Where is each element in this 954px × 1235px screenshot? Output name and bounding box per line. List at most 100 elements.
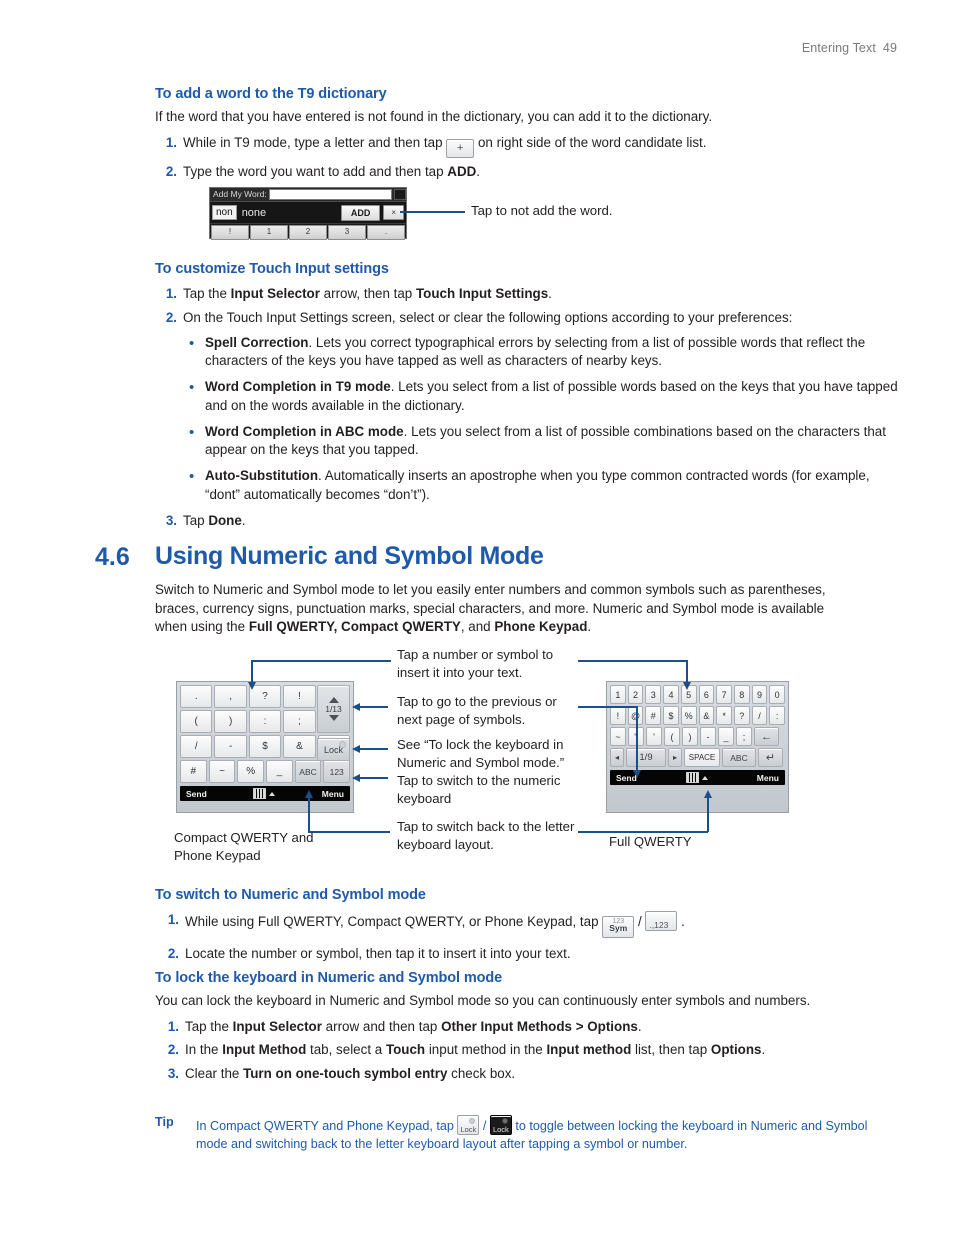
step-number: 1. [165,286,177,301]
key[interactable]: _ [718,727,734,746]
prev-page-key[interactable]: ◂ [610,748,624,767]
steps-add-word-t9: 1. While in T9 mode, type a letter and th… [155,134,900,182]
send-softkey[interactable]: Send [186,789,207,799]
enter-key[interactable]: ↵ [758,748,783,767]
key[interactable]: $ [248,735,282,758]
section-touch-input-settings: To customize Touch Input settings 1. Tap … [155,261,900,535]
key[interactable]: / [751,706,768,725]
key[interactable]: ? [248,685,282,708]
key[interactable]: 0 [769,685,786,704]
add-word-candidate-row: non none ADD × [210,202,406,224]
menu-softkey[interactable]: Menu [757,773,779,783]
key[interactable]: % [237,760,265,783]
add-button[interactable]: ADD [340,204,381,221]
caret-up-icon[interactable] [269,791,276,796]
intro-text-2: , and [460,619,495,634]
key[interactable]: & [698,706,715,725]
figure-note-3: See “To lock the keyboard in Numeric and… [397,737,565,770]
key[interactable]: $ [663,706,679,725]
step-text-pre: Tap [183,512,209,528]
key[interactable]: ; [736,727,752,746]
key[interactable]: . [367,225,405,240]
arrow-down-icon[interactable] [328,715,339,721]
key[interactable]: : [769,706,786,725]
add-word-text-field[interactable] [268,189,392,200]
key[interactable]: 2 [289,225,327,240]
steps-touch-input: 1. Tap the Input Selector arrow, then tap… [155,285,900,530]
list-item: • Word Completion in ABC mode. Lets you s… [183,423,900,461]
key[interactable]: ( [180,710,213,733]
key[interactable]: - [214,735,247,758]
key[interactable]: 6 [698,685,715,704]
key[interactable]: ) [214,710,247,733]
key[interactable]: ! [283,685,316,708]
close-button[interactable]: × [383,205,404,220]
caret-up-icon[interactable] [701,775,708,780]
sym-key-icon: 123 Sym [602,916,635,938]
key[interactable]: ~ [610,727,626,746]
abc-key[interactable]: ABC [294,760,322,783]
numeric-123-key[interactable]: 123 [323,760,351,783]
list-item: 3. Tap Done. [155,512,900,531]
key[interactable]: # [180,760,207,783]
key[interactable]: 7 [716,685,732,704]
next-page-key[interactable]: ▸ [668,748,682,767]
tip-label: Tip [155,1115,174,1129]
key[interactable]: 9 [751,685,768,704]
key[interactable]: 4 [663,685,679,704]
key[interactable]: ! [610,706,626,725]
key[interactable]: ' [646,727,662,746]
keyboard-icon[interactable] [253,788,267,799]
options-bullet-list: • Spell Correction. Lets you correct typo… [183,334,900,505]
arrow-up-icon[interactable] [328,697,339,703]
key[interactable]: 3 [328,225,366,240]
step-text-bold: ADD [447,163,477,179]
key[interactable]: , [214,685,247,708]
key[interactable]: ~ [208,760,236,783]
keyboard-toggle[interactable] [685,772,708,783]
key[interactable]: & [283,735,316,758]
key[interactable]: ( [664,727,680,746]
key[interactable]: ) [682,727,698,746]
add-word-candidate[interactable]: none [242,207,341,219]
list-item: • Spell Correction. Lets you correct typo… [183,334,900,372]
compact-qwerty-keyboard[interactable]: . , ? ! ' 1/13 ( ) : ; " / - [176,681,354,813]
key[interactable]: ? [733,706,750,725]
key[interactable]: * [716,706,732,725]
menu-softkey[interactable]: Menu [322,789,344,799]
key[interactable]: ! [211,225,249,240]
key[interactable]: 2 [627,685,644,704]
key[interactable]: - [700,727,716,746]
step-number: 2. [167,946,179,961]
key[interactable]: 1 [610,685,626,704]
key[interactable]: : [248,710,282,733]
leader-line [358,777,388,779]
key[interactable]: 5 [680,685,697,704]
key[interactable]: % [680,706,697,725]
intro-bold-1: Full QWERTY, Compact QWERTY [248,619,461,634]
keyboard-icon[interactable] [685,772,699,783]
lock-key[interactable]: Lock [317,738,350,761]
step-number: 2. [165,309,177,325]
abc-key[interactable]: ABC [722,748,756,767]
bullet-icon: • [189,423,195,441]
key[interactable]: 3 [645,685,662,704]
key[interactable]: ; [283,710,316,733]
leader-line [358,748,388,750]
key[interactable]: 1 [250,225,288,240]
key[interactable]: . [180,685,213,708]
key[interactable]: 8 [733,685,750,704]
page-nav-key[interactable]: 1/13 [317,685,350,733]
send-softkey[interactable]: Send [616,773,637,783]
key[interactable]: _ [266,760,293,783]
backspace-key[interactable]: ← [754,727,779,746]
leader-line [358,706,388,708]
space-key[interactable]: SPACE [684,748,720,767]
keyboard-toggle[interactable] [253,788,276,799]
compact-bottom-bar: Send Menu [180,786,350,801]
key[interactable]: # [645,706,662,725]
option-name: Auto-Substitution [205,468,319,484]
key[interactable]: / [180,735,213,758]
full-qwerty-keyboard[interactable]: 1 2 3 4 5 6 7 8 9 0 ! @ # $ % & * ? / [606,681,789,813]
compact-key-rows: . , ? ! ' 1/13 ( ) : ; " / - [180,685,351,783]
